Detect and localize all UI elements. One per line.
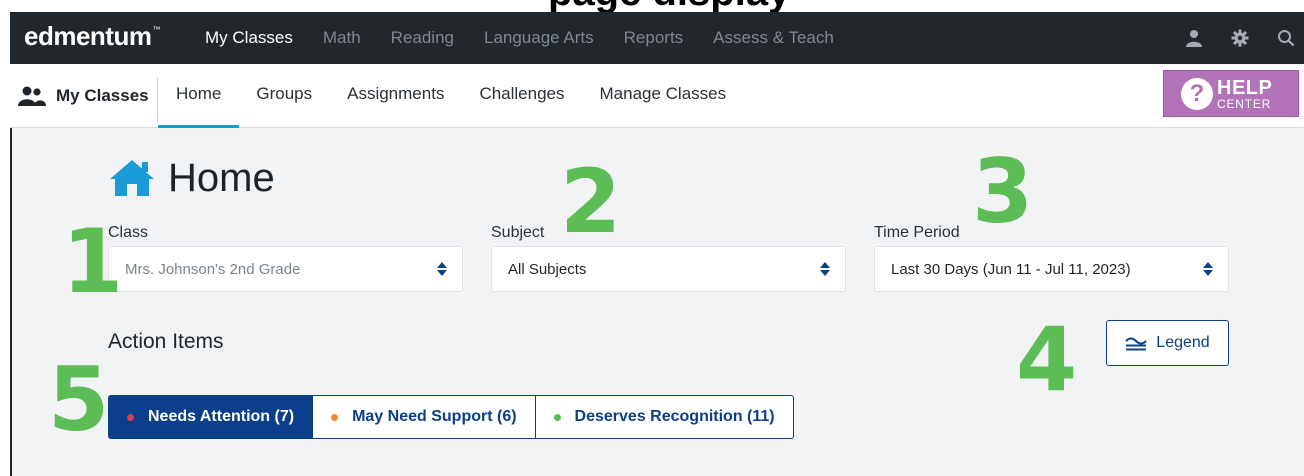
sort-caret-icon: [437, 262, 447, 276]
nav-math[interactable]: Math: [323, 28, 361, 48]
nav-my-classes[interactable]: My Classes: [205, 28, 293, 48]
action-items-heading: Action Items: [108, 330, 224, 353]
edmentum-logo[interactable]: edmentum™: [24, 21, 160, 52]
page-title: Home: [108, 155, 275, 201]
annotation-number-3: 3: [972, 140, 1034, 243]
red-status-dot-icon: [127, 413, 134, 421]
may-need-support-label: May Need Support (6): [352, 408, 517, 425]
annotation-number-1: 1: [62, 210, 124, 313]
tab-challenges[interactable]: Challenges: [479, 64, 564, 128]
tab-assignments[interactable]: Assignments: [347, 64, 444, 128]
subject-select-value: All Subjects: [508, 260, 587, 278]
help-icon: ?: [1181, 77, 1213, 110]
sort-caret-icon: [1203, 262, 1213, 276]
search-icon[interactable]: [1268, 23, 1304, 53]
tab-manage-classes[interactable]: Manage Classes: [600, 64, 727, 128]
divider: [157, 78, 158, 122]
time-period-select-value: Last 30 Days (Jun 11 - Jul 11, 2023): [891, 260, 1131, 278]
deserves-recognition-tab[interactable]: Deserves Recognition (11): [535, 395, 794, 439]
sub-navigation-bar: My Classes Home Groups Assignments Chall…: [10, 64, 1304, 128]
nav-reports[interactable]: Reports: [624, 28, 684, 48]
caption-strip: page display: [0, 0, 1304, 12]
home-icon: [110, 160, 154, 196]
page-title-text: Home: [168, 155, 275, 200]
class-select[interactable]: Mrs. Johnson's 2nd Grade: [108, 246, 463, 292]
help-label: HELP: [1217, 76, 1273, 99]
tab-groups[interactable]: Groups: [256, 64, 312, 128]
center-label: CENTER: [1217, 96, 1272, 111]
help-center-button[interactable]: ? HELP CENTER: [1163, 70, 1299, 117]
section-heading: My Classes: [18, 64, 149, 128]
needs-attention-label: Needs Attention (7): [148, 408, 295, 425]
time-period-select[interactable]: Last 30 Days (Jun 11 - Jul 11, 2023): [874, 246, 1229, 292]
subject-select[interactable]: All Subjects: [491, 246, 846, 292]
legend-icon: [1125, 337, 1148, 351]
nav-language-arts[interactable]: Language Arts: [484, 28, 594, 48]
gear-icon[interactable]: [1222, 23, 1258, 53]
legend-button-label: Legend: [1156, 334, 1210, 351]
tab-home[interactable]: Home: [157, 64, 240, 128]
may-need-support-tab[interactable]: May Need Support (6): [313, 395, 536, 439]
annotation-number-5: 5: [48, 348, 110, 451]
logo-trademark: ™: [152, 25, 160, 34]
help-text: HELP CENTER: [1217, 78, 1272, 110]
top-icons: [1166, 12, 1304, 64]
section-heading-label: My Classes: [56, 86, 149, 105]
caption-fragment: page display: [548, 0, 790, 12]
main-nav: My Classes Math Reading Language Arts Re…: [205, 12, 864, 64]
user-icon[interactable]: [1176, 23, 1212, 53]
nav-reading[interactable]: Reading: [391, 28, 454, 48]
subject-filter-label: Subject: [491, 224, 545, 241]
time-period-filter-label: Time Period: [874, 224, 960, 241]
orange-status-dot-icon: [331, 413, 339, 421]
users-icon: [18, 86, 46, 106]
annotation-number-4: 4: [1016, 308, 1078, 411]
class-select-value: Mrs. Johnson's 2nd Grade: [125, 260, 301, 278]
subnav-tabs: Home Groups Assignments Challenges Manag…: [157, 64, 761, 128]
needs-attention-tab[interactable]: Needs Attention (7): [108, 395, 314, 439]
nav-assess-teach[interactable]: Assess & Teach: [713, 28, 834, 48]
sort-caret-icon: [820, 262, 830, 276]
green-status-dot-icon: [553, 413, 561, 421]
deserves-recognition-label: Deserves Recognition (11): [574, 408, 775, 425]
logo-text: edmentum: [24, 21, 152, 51]
annotation-number-2: 2: [560, 150, 622, 253]
top-navigation-bar: edmentum™ My Classes Math Reading Langua…: [10, 12, 1304, 64]
legend-button[interactable]: Legend: [1106, 320, 1229, 366]
action-items-tabs: Needs Attention (7) May Need Support (6)…: [108, 395, 794, 439]
